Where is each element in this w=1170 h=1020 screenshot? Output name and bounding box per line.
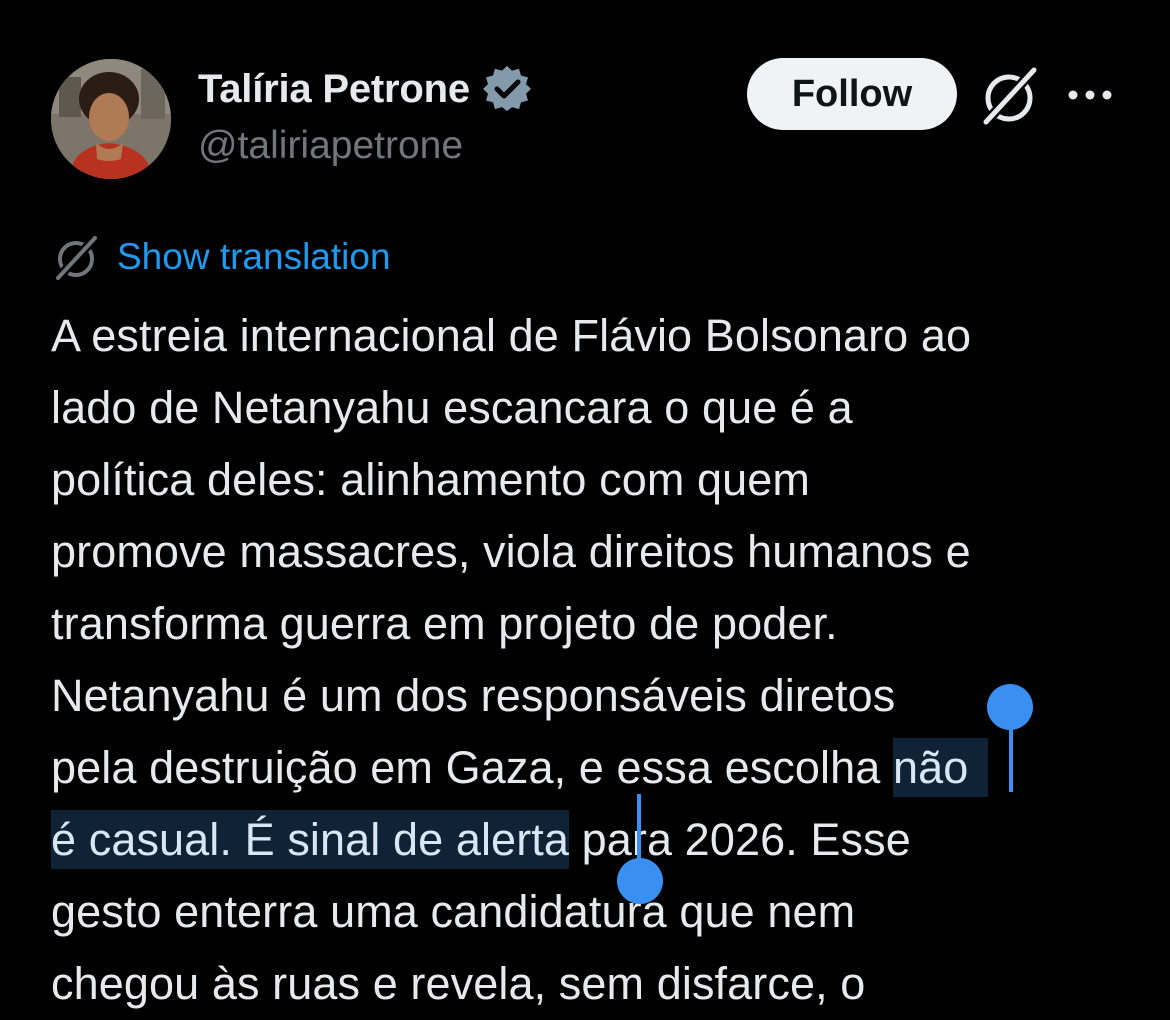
tweet-text[interactable]: A estreia internacional de Flávio Bolson…: [51, 300, 1151, 1020]
tweet-text-line: Netanyahu é um dos responsáveis diretos: [51, 670, 896, 721]
selected-text[interactable]: é casual. É sinal de alerta: [51, 810, 570, 869]
show-translation-link[interactable]: Show translation: [117, 236, 391, 278]
tweet-text-line: chegou às ruas e revela, sem disfarce, o: [51, 958, 866, 1009]
tweet-text-line: é casual. É sinal de alerta para 2026. E…: [51, 804, 1151, 876]
selection-start-handle[interactable]: [987, 684, 1033, 730]
avatar-photo: [51, 59, 171, 179]
translation-row: Show translation: [51, 232, 391, 283]
author-handle[interactable]: @taliriapetrone: [198, 124, 463, 168]
tweet-text-line: lado de Netanyahu escancara o que é a: [51, 382, 853, 433]
tweet-text-line: pela destruição em Gaza, e essa escolha …: [51, 732, 1151, 804]
tweet-text-line: transforma guerra em projeto de poder.: [51, 598, 838, 649]
tweet-text-line: promove massacres, viola direitos humano…: [51, 526, 971, 577]
tweet-text-segment: para 2026. Esse: [569, 814, 911, 865]
grok-icon[interactable]: [978, 65, 1040, 127]
tweet-text-line: A estreia internacional de Flávio Bolson…: [51, 310, 972, 361]
tweet-text-line: gesto enterra uma candidatura que nem: [51, 886, 856, 937]
verified-badge-icon[interactable]: [482, 64, 532, 114]
tweet-text-segment: pela destruição em Gaza, e essa escolha: [51, 742, 893, 793]
follow-button[interactable]: Follow: [747, 58, 957, 130]
tweet-text-line: política deles: alinhamento com quem: [51, 454, 811, 505]
tweet-header: Talíria Petrone @taliriapetrone Follow: [0, 0, 1170, 200]
selection-end-handle[interactable]: [617, 858, 663, 904]
author-display-name[interactable]: Talíria Petrone: [198, 67, 470, 112]
avatar[interactable]: [51, 59, 171, 179]
selected-text[interactable]: não: [892, 738, 989, 797]
more-icon[interactable]: [1065, 78, 1115, 112]
grok-translate-icon: [51, 232, 101, 283]
author-name-row: Talíria Petrone: [198, 64, 532, 114]
